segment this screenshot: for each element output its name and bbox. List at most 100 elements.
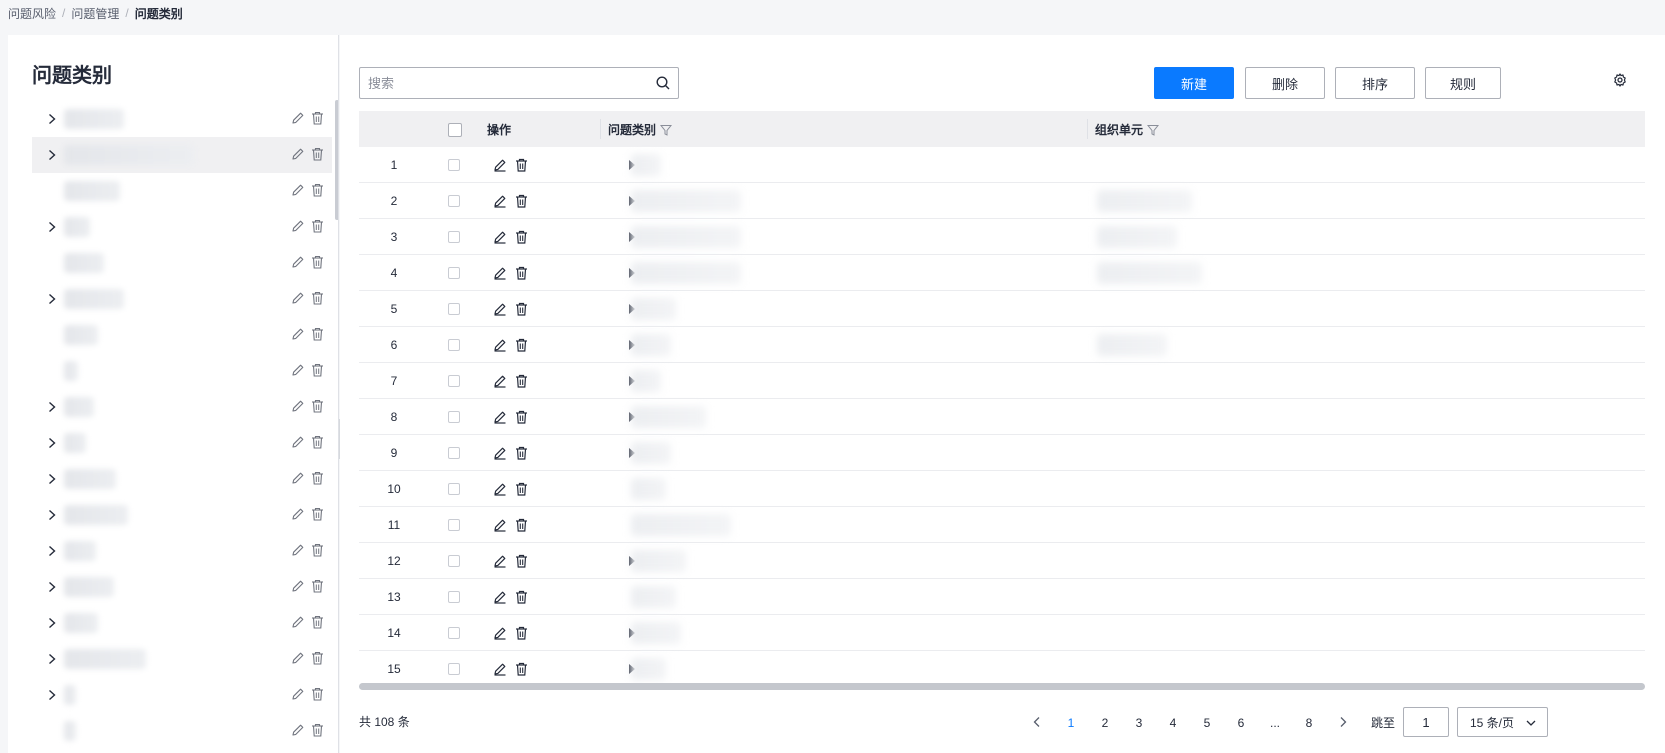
edit-icon[interactable] (493, 482, 507, 499)
trash-icon[interactable] (311, 147, 324, 164)
select-all-checkbox[interactable] (448, 123, 462, 137)
chevron-right-icon[interactable] (44, 579, 60, 595)
prev-page-button[interactable] (1020, 716, 1054, 731)
trash-icon[interactable] (515, 158, 528, 175)
page-6[interactable]: 6 (1224, 716, 1258, 730)
table-row[interactable]: 7 (359, 363, 1645, 399)
trash-icon[interactable] (515, 554, 528, 571)
row-checkbox[interactable] (448, 555, 460, 567)
tree-node[interactable] (32, 353, 332, 389)
trash-icon[interactable] (515, 590, 528, 607)
edit-icon[interactable] (493, 590, 507, 607)
edit-icon[interactable] (291, 219, 305, 236)
edit-icon[interactable] (291, 543, 305, 560)
table-row[interactable]: 9 (359, 435, 1645, 471)
chevron-right-icon[interactable] (44, 111, 60, 127)
edit-icon[interactable] (291, 291, 305, 308)
edit-icon[interactable] (493, 374, 507, 391)
chevron-right-icon[interactable] (44, 543, 60, 559)
row-checkbox[interactable] (448, 519, 460, 531)
edit-icon[interactable] (291, 399, 305, 416)
new-button[interactable]: 新建 (1154, 67, 1234, 99)
filter-icon[interactable] (660, 124, 673, 136)
chevron-right-icon[interactable] (44, 507, 60, 523)
page-8[interactable]: 8 (1292, 716, 1326, 730)
edit-icon[interactable] (291, 111, 305, 128)
edit-icon[interactable] (291, 183, 305, 200)
page-4[interactable]: 4 (1156, 716, 1190, 730)
jump-page-input[interactable] (1403, 707, 1449, 737)
delete-button[interactable]: 删除 (1245, 67, 1325, 99)
edit-icon[interactable] (493, 266, 507, 283)
tree-node[interactable] (32, 317, 332, 353)
chevron-right-icon[interactable] (44, 651, 60, 667)
tree-node[interactable] (32, 425, 332, 461)
row-checkbox[interactable] (448, 339, 460, 351)
tree-node[interactable] (32, 173, 332, 209)
trash-icon[interactable] (311, 615, 324, 632)
table-row[interactable]: 10 (359, 471, 1645, 507)
row-checkbox[interactable] (448, 195, 460, 207)
trash-icon[interactable] (515, 662, 528, 679)
tree-node[interactable] (32, 497, 332, 533)
tree-node[interactable] (32, 641, 332, 677)
trash-icon[interactable] (515, 230, 528, 247)
table-row[interactable]: 11 (359, 507, 1645, 543)
page-2[interactable]: 2 (1088, 716, 1122, 730)
tree-node[interactable] (32, 101, 332, 137)
trash-icon[interactable] (311, 435, 324, 452)
table-row[interactable]: 1 (359, 147, 1645, 183)
tree-node[interactable] (32, 137, 332, 173)
chevron-right-icon[interactable] (44, 687, 60, 703)
edit-icon[interactable] (493, 158, 507, 175)
tree-scrollbar[interactable] (335, 100, 338, 220)
trash-icon[interactable] (515, 482, 528, 499)
chevron-right-icon[interactable] (44, 147, 60, 163)
trash-icon[interactable] (311, 687, 324, 704)
edit-icon[interactable] (291, 471, 305, 488)
edit-icon[interactable] (493, 302, 507, 319)
edit-icon[interactable] (493, 626, 507, 643)
table-row[interactable]: 12 (359, 543, 1645, 579)
trash-icon[interactable] (311, 183, 324, 200)
tree-node[interactable] (32, 281, 332, 317)
breadcrumb-item-risk[interactable]: 问题风险 (8, 5, 56, 22)
edit-icon[interactable] (493, 410, 507, 427)
edit-icon[interactable] (291, 723, 305, 740)
table-row[interactable]: 15 (359, 651, 1645, 687)
trash-icon[interactable] (311, 579, 324, 596)
row-checkbox[interactable] (448, 663, 460, 675)
edit-icon[interactable] (291, 327, 305, 344)
trash-icon[interactable] (311, 255, 324, 272)
trash-icon[interactable] (515, 266, 528, 283)
page-size-select[interactable]: 15 条/页 (1457, 707, 1548, 737)
tree-node[interactable] (32, 605, 332, 641)
trash-icon[interactable] (311, 399, 324, 416)
chevron-right-icon[interactable] (44, 399, 60, 415)
tree-node[interactable] (32, 533, 332, 569)
next-page-button[interactable] (1326, 716, 1360, 731)
edit-icon[interactable] (291, 507, 305, 524)
sort-button[interactable]: 排序 (1335, 67, 1415, 99)
chevron-right-icon[interactable] (44, 219, 60, 235)
trash-icon[interactable] (515, 374, 528, 391)
breadcrumb-item-issue-mgmt[interactable]: 问题管理 (71, 5, 119, 22)
edit-icon[interactable] (291, 615, 305, 632)
chevron-right-icon[interactable] (44, 615, 60, 631)
page-5[interactable]: 5 (1190, 716, 1224, 730)
edit-icon[interactable] (291, 147, 305, 164)
row-checkbox[interactable] (448, 231, 460, 243)
trash-icon[interactable] (311, 363, 324, 380)
trash-icon[interactable] (311, 291, 324, 308)
trash-icon[interactable] (311, 723, 324, 740)
row-checkbox[interactable] (448, 267, 460, 279)
table-horizontal-scrollbar[interactable] (359, 683, 1645, 690)
page-ellipsis[interactable]: ... (1258, 716, 1292, 730)
gear-icon[interactable] (1613, 73, 1627, 87)
edit-icon[interactable] (493, 446, 507, 463)
page-1[interactable]: 1 (1054, 716, 1088, 730)
tree-node[interactable] (32, 677, 332, 713)
trash-icon[interactable] (311, 543, 324, 560)
chevron-right-icon[interactable] (44, 291, 60, 307)
page-3[interactable]: 3 (1122, 716, 1156, 730)
